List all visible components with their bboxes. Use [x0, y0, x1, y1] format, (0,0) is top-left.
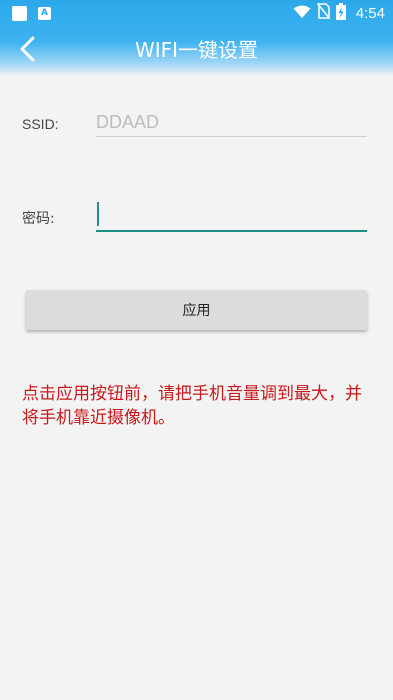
password-label: 密码: [22, 211, 55, 227]
volume-hint-text: 点击应用按钮前，请把手机音量调到最大，并将手机靠近摄像机。 [22, 384, 362, 428]
apply-button[interactable]: 应用 [26, 290, 367, 330]
ssid-field[interactable] [96, 108, 367, 137]
wifi-icon [293, 4, 311, 23]
ssid-label: SSID: [22, 116, 59, 132]
a-app-icon: A [38, 7, 51, 20]
notification-square-icon [12, 6, 27, 21]
text-cursor [97, 202, 99, 226]
password-field[interactable] [96, 200, 367, 232]
status-time: 4:54 [355, 4, 385, 22]
status-bar: A 4:54 [0, 0, 393, 26]
page-title: WIFI一键设置 [134, 38, 259, 62]
status-right-group: 4:54 [293, 2, 385, 24]
no-sim-icon [316, 3, 330, 23]
battery-charging-icon [335, 2, 346, 24]
